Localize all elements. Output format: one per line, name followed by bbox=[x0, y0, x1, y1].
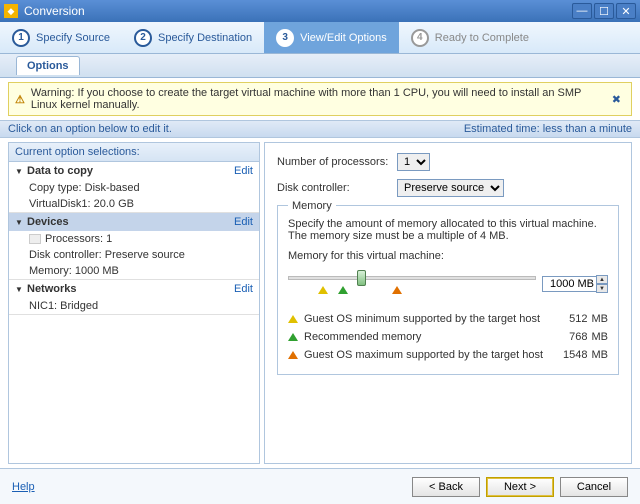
left-pane-title: Current option selections: bbox=[9, 143, 259, 162]
edit-link[interactable]: Edit bbox=[234, 283, 253, 295]
list-item: Processors: 1 bbox=[29, 231, 259, 247]
list-item: VirtualDisk1: 20.0 GB bbox=[29, 196, 259, 212]
subheader-hint: Click on an option below to edit it. bbox=[8, 123, 464, 135]
group-data-to-copy: ▼ Data to copy Edit Copy type: Disk-base… bbox=[9, 162, 259, 213]
triangle-icon bbox=[288, 333, 298, 341]
processors-label: Number of processors: bbox=[277, 156, 397, 168]
memory-legend: Memory bbox=[288, 200, 336, 212]
legend-row-min: Guest OS minimum supported by the target… bbox=[288, 310, 608, 328]
group-name: Devices bbox=[27, 216, 234, 228]
warning-close-icon[interactable]: ✖ bbox=[608, 93, 625, 106]
step-number-icon: 4 bbox=[411, 29, 429, 47]
step-number-icon: 2 bbox=[134, 29, 152, 47]
eta-label: Estimated time: bbox=[464, 123, 540, 135]
group-header[interactable]: ▼ Data to copy Edit bbox=[9, 162, 259, 180]
legend-row-recommended: Recommended memory 768 MB bbox=[288, 328, 608, 346]
main-area: Current option selections: ▼ Data to cop… bbox=[0, 138, 640, 468]
memory-spin-up[interactable]: ▲ bbox=[596, 275, 608, 284]
warning-bar: ⚠ Warning: If you choose to create the t… bbox=[8, 82, 632, 116]
processor-icon bbox=[29, 234, 41, 244]
expand-icon: ▼ bbox=[15, 218, 23, 227]
right-pane: Number of processors: 1 Disk controller:… bbox=[264, 142, 632, 464]
expand-icon: ▼ bbox=[15, 167, 23, 176]
warning-icon: ⚠ bbox=[15, 93, 25, 106]
tab-options[interactable]: Options bbox=[16, 56, 80, 75]
edit-link[interactable]: Edit bbox=[234, 216, 253, 228]
group-devices: ▼ Devices Edit Processors: 1 Disk contro… bbox=[9, 213, 259, 280]
memory-input[interactable] bbox=[542, 276, 597, 292]
triangle-icon bbox=[288, 315, 298, 323]
memory-slider[interactable] bbox=[288, 268, 536, 300]
step-ready-to-complete[interactable]: 4 Ready to Complete bbox=[399, 22, 541, 53]
disk-controller-label: Disk controller: bbox=[277, 182, 397, 194]
wizard-steps: 1 Specify Source 2 Specify Destination 3… bbox=[0, 22, 640, 54]
step-view-edit-options[interactable]: 3 View/Edit Options bbox=[264, 22, 399, 53]
step-label: View/Edit Options bbox=[300, 32, 387, 44]
close-button[interactable]: ✕ bbox=[616, 3, 636, 19]
memory-spin-down[interactable]: ▼ bbox=[596, 284, 608, 293]
list-item: NIC1: Bridged bbox=[29, 298, 259, 314]
memory-slider-label: Memory for this virtual machine: bbox=[288, 250, 608, 262]
list-item: Copy type: Disk-based bbox=[29, 180, 259, 196]
recommended-marker-icon bbox=[338, 286, 348, 294]
slider-thumb[interactable] bbox=[357, 270, 366, 286]
min-marker-icon bbox=[318, 286, 328, 294]
eta-value: less than a minute bbox=[543, 123, 632, 135]
group-header[interactable]: ▼ Networks Edit bbox=[9, 280, 259, 298]
step-specify-destination[interactable]: 2 Specify Destination bbox=[122, 22, 264, 53]
disk-controller-select[interactable]: Preserve source bbox=[397, 179, 504, 197]
step-specify-source[interactable]: 1 Specify Source bbox=[0, 22, 122, 53]
edit-link[interactable]: Edit bbox=[234, 165, 253, 177]
options-row: Options bbox=[0, 54, 640, 78]
footer: Help < Back Next > Cancel bbox=[0, 468, 640, 504]
group-name: Data to copy bbox=[27, 165, 234, 177]
legend-row-max: Guest OS maximum supported by the target… bbox=[288, 346, 608, 364]
step-label: Specify Source bbox=[36, 32, 110, 44]
expand-icon: ▼ bbox=[15, 285, 23, 294]
list-item: Memory: 1000 MB bbox=[29, 263, 259, 279]
maximize-button[interactable]: ☐ bbox=[594, 3, 614, 19]
list-item: Disk controller: Preserve source bbox=[29, 247, 259, 263]
step-number-icon: 3 bbox=[276, 29, 294, 47]
memory-fieldset: Memory Specify the amount of memory allo… bbox=[277, 205, 619, 375]
window-title: Conversion bbox=[24, 4, 570, 18]
back-button[interactable]: < Back bbox=[412, 477, 480, 497]
help-link[interactable]: Help bbox=[12, 481, 35, 493]
slider-track bbox=[288, 276, 536, 280]
group-networks: ▼ Networks Edit NIC1: Bridged bbox=[9, 280, 259, 315]
titlebar: ◆ Conversion — ☐ ✕ bbox=[0, 0, 640, 22]
app-icon: ◆ bbox=[4, 4, 18, 18]
group-header[interactable]: ▼ Devices Edit bbox=[9, 213, 259, 231]
subheader: Click on an option below to edit it. Est… bbox=[0, 120, 640, 138]
triangle-icon bbox=[288, 351, 298, 359]
max-marker-icon bbox=[392, 286, 402, 294]
next-button[interactable]: Next > bbox=[486, 477, 554, 497]
cancel-button[interactable]: Cancel bbox=[560, 477, 628, 497]
group-name: Networks bbox=[27, 283, 234, 295]
memory-description: Specify the amount of memory allocated t… bbox=[288, 218, 608, 242]
warning-text: Warning: If you choose to create the tar… bbox=[31, 87, 608, 111]
left-pane: Current option selections: ▼ Data to cop… bbox=[8, 142, 260, 464]
minimize-button[interactable]: — bbox=[572, 3, 592, 19]
step-label: Ready to Complete bbox=[435, 32, 529, 44]
processors-select[interactable]: 1 bbox=[397, 153, 430, 171]
step-number-icon: 1 bbox=[12, 29, 30, 47]
step-label: Specify Destination bbox=[158, 32, 252, 44]
